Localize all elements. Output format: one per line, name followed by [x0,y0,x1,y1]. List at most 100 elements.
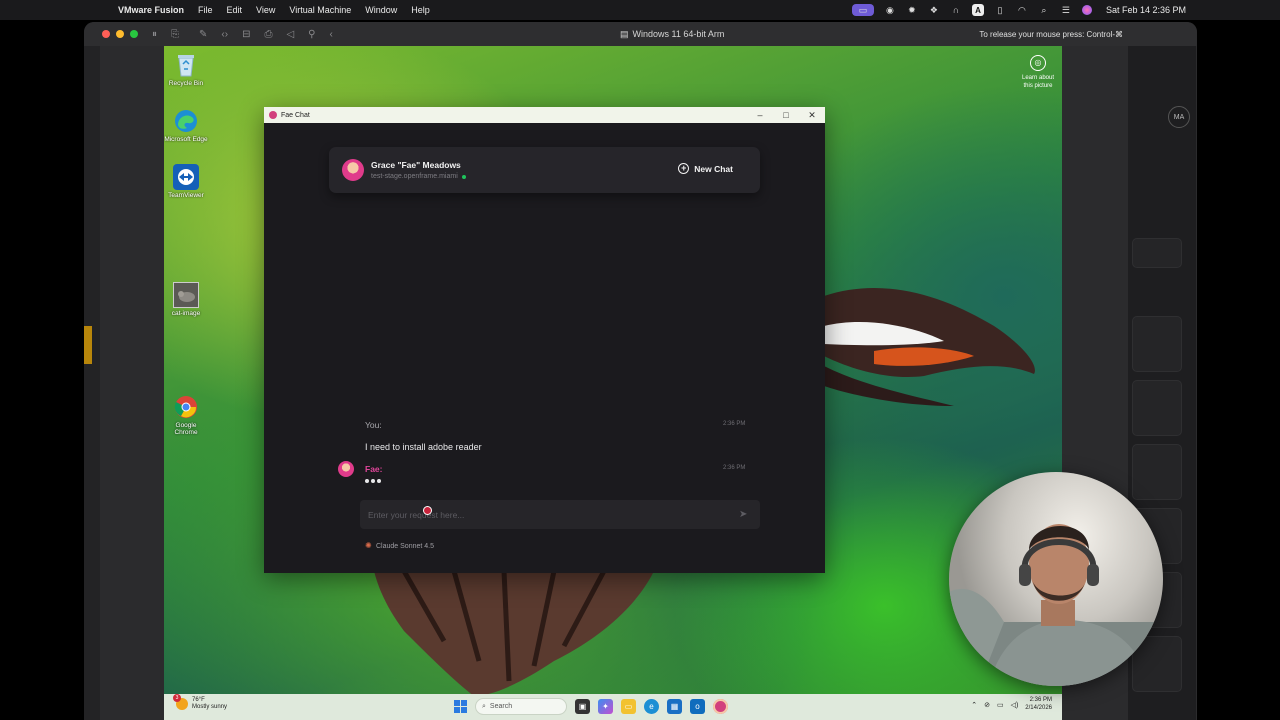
menubar-clock[interactable]: Sat Feb 14 2:36 PM [1106,5,1186,15]
control-center-icon[interactable]: ☰ [1060,4,1072,16]
send-icon[interactable]: ➤ [739,509,750,520]
outlook-icon[interactable]: o [690,699,705,714]
new-chat-label: New Chat [694,163,733,174]
wifi-icon[interactable]: ◠ [1016,4,1028,16]
message-sender-fae: Fae: [365,464,383,474]
brightness-icon[interactable]: ✹ [906,4,918,16]
fae-titlebar: Fae Chat – □ ✕ [264,107,825,123]
chrome-icon [173,394,199,420]
search-icon: ⌕ [482,702,486,710]
claude-icon: ✺ [365,541,372,550]
background-block [1132,238,1182,268]
network-off-icon[interactable]: ⊘ [984,701,990,709]
input-source-icon[interactable]: A [971,4,984,16]
sound-icon[interactable]: ◁ [286,29,294,40]
taskbar-search[interactable]: ⌕ Search [475,698,567,715]
maximize-icon[interactable]: □ [773,107,799,123]
online-status-icon [461,174,466,179]
camera-icon: ◎ [1030,55,1046,71]
desktop-icon-chrome[interactable]: Google Chrome [164,394,208,436]
taskbar-clock[interactable]: 2:36 PM 2/14/2026 [1025,697,1052,713]
close-window-button[interactable] [102,30,110,38]
vm-desktop[interactable]: Recycle Bin Microsoft Edge TeamViewer ca… [164,46,1062,720]
avatar[interactable]: MA [1168,106,1190,128]
volume-icon[interactable]: ◁) [1011,701,1019,709]
model-indicator[interactable]: ✺ Claude Sonnet 4.5 [365,542,434,550]
message-sender-user: You: [365,420,382,430]
edge-icon [173,108,199,134]
minimize-icon[interactable]: – [747,107,773,123]
learn-about-picture[interactable]: ◎ Learn about this picture [1014,55,1062,91]
settings-wrench-icon[interactable]: ✎ [199,29,207,40]
mac-menubar: VMware Fusion File Edit View Virtual Mac… [0,0,1280,20]
chevron-up-icon[interactable]: ⌃ [971,701,977,709]
recycle-bin-icon [173,52,199,78]
edge-icon[interactable]: e [644,699,659,714]
menu-view[interactable]: View [256,5,275,15]
fae-app-icon [269,111,277,119]
typing-indicator [365,479,381,483]
display-icon[interactable]: ▭ [997,701,1004,709]
request-input[interactable] [360,500,730,529]
menu-virtual-machine[interactable]: Virtual Machine [289,5,351,15]
menu-edit[interactable]: Edit [227,5,243,15]
agent-host-text: test-stage.openframe.miami [371,173,458,180]
taskbar-time: 2:36 PM [1029,697,1052,703]
store-icon[interactable]: ▦ [667,699,682,714]
weather-desc: Mostly sunny [192,704,228,711]
fusion-left-tab[interactable] [84,326,92,364]
menu-help[interactable]: Help [411,5,430,15]
taskbar-search-label: Search [489,703,513,710]
drive-icon[interactable]: ⊟ [242,29,250,40]
copilot-icon[interactable]: ✦ [598,699,613,714]
windows-taskbar: 3 76°F Mostly sunny ⌕ Search ▣ ✦ ▭ e ▦ o… [164,694,1062,720]
weather-widget[interactable]: 3 76°F Mostly sunny [173,694,228,711]
status-area: ▭ ◉ ✹ ❖ ∩ A ▯ ◠ ⌕ ☰ Sat Feb 14 2:36 PM [851,0,1186,20]
release-mouse-hint: To release your mouse press: Control-⌘ [979,29,1123,39]
minimize-window-button[interactable] [116,30,124,38]
agent-host: test-stage.openframe.miami [371,173,466,180]
code-icon[interactable]: ‹› [221,29,228,40]
menu-file[interactable]: File [198,5,213,15]
image-file-icon [173,282,199,308]
learn-line1: Learn about [1021,75,1055,81]
mouse-cursor-indicator [423,506,432,515]
menu-app-name[interactable]: VMware Fusion [118,5,184,15]
fae-window-title: Fae Chat [281,111,310,119]
menu-window[interactable]: Window [365,5,397,15]
zoom-window-button[interactable] [130,30,138,38]
request-input-box: ➤ [360,500,760,529]
fusion-left-rail [84,46,100,720]
record-icon[interactable]: ◉ [884,4,896,16]
search-icon[interactable]: ⌕ [1038,4,1050,16]
fae-chat-taskbar-icon[interactable] [713,699,728,714]
task-view-icon[interactable]: ▣ [575,699,590,714]
desktop-icon-teamviewer[interactable]: TeamViewer [164,164,208,199]
headphones-icon[interactable]: ∩ [950,4,962,16]
start-button[interactable] [454,700,467,713]
desktop-icon-recycle-bin[interactable]: Recycle Bin [164,52,208,87]
battery-icon[interactable]: ▯ [994,4,1006,16]
vm-title-text: Windows 11 64-bit Arm [632,29,725,39]
teamviewer-icon [173,164,199,190]
pause-icon[interactable]: ⏸ [152,29,157,40]
desktop-icon-label: Microsoft Edge [164,136,208,143]
screen-share-icon[interactable]: ▭ [851,4,874,16]
model-label: Claude Sonnet 4.5 [376,542,434,550]
snapshot-icon[interactable]: ⎘ [171,29,179,40]
avatar [342,159,364,181]
back-chevron-icon[interactable]: ‹ [329,29,332,40]
desktop-icon-edge[interactable]: Microsoft Edge [164,108,208,143]
file-explorer-icon[interactable]: ▭ [621,699,636,714]
vm-title: ▤ Windows 11 64-bit Arm [620,22,724,46]
printer-icon[interactable]: ⎙ [264,29,272,40]
new-chat-button[interactable]: + New Chat [678,163,733,174]
taskbar-date: 2/14/2026 [1025,704,1052,711]
usb-icon[interactable]: ⚲ [308,29,315,40]
learn-line2: this picture [1023,82,1053,89]
siri-icon[interactable] [1081,5,1092,15]
close-icon[interactable]: ✕ [799,107,825,123]
figma-icon[interactable]: ❖ [928,4,940,16]
notification-badge: 3 [173,694,181,703]
desktop-icon-cat-image[interactable]: cat-image [164,282,208,317]
